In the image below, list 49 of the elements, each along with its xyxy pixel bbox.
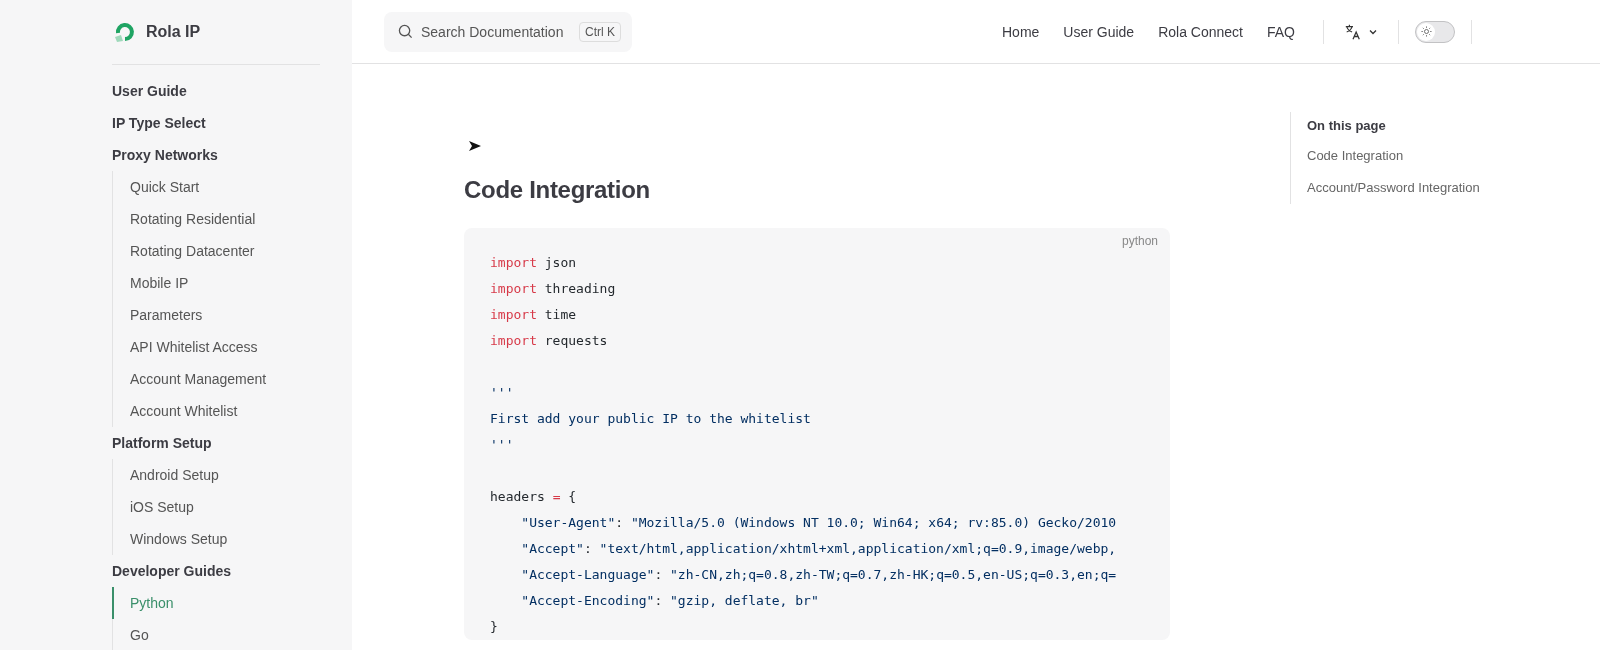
language-label: python <box>1121 234 1158 248</box>
toc-link[interactable]: Code Integration <box>1307 140 1480 172</box>
toc-link[interactable]: Account/Password Integration <box>1307 172 1480 204</box>
toc-title: On this page <box>1307 117 1387 135</box>
pointer-arrow-icon <box>468 140 482 152</box>
sidebar-item[interactable]: Account Management <box>112 363 320 395</box>
sidebar-item[interactable]: Platform Setup <box>112 427 320 459</box>
sidebar-item[interactable]: Mobile IP <box>112 267 320 299</box>
logo-icon <box>112 20 136 44</box>
nav-link[interactable]: Rola Connect <box>1146 0 1255 64</box>
code-line: import time <box>490 306 577 324</box>
sidebar-item[interactable]: Proxy Networks <box>112 139 320 171</box>
brand-name[interactable]: Rola IP <box>146 23 201 41</box>
sidebar-item[interactable]: iOS Setup <box>112 491 320 523</box>
section-heading: Code Integration <box>464 176 651 204</box>
sidebar-item[interactable]: API Whitelist Access <box>112 331 320 363</box>
sidebar-item[interactable]: Android Setup <box>112 459 320 491</box>
sidebar-item[interactable]: Quick Start <box>112 171 320 203</box>
code-line: "Accept-Encoding": "gzip, deflate, br" <box>520 592 819 610</box>
sidebar-item[interactable]: Parameters <box>112 299 320 331</box>
sidebar-item[interactable]: Windows Setup <box>112 523 320 555</box>
sidebar-item[interactable]: Rotating Datacenter <box>112 235 320 267</box>
code-line: import requests <box>490 332 608 350</box>
sidebar-item[interactable]: Go <box>112 619 320 650</box>
code-line: import threading <box>490 280 616 298</box>
code-line: import json <box>490 254 577 272</box>
code-line: ''' <box>490 384 514 402</box>
translate-icon <box>1344 22 1362 41</box>
code-line: "User-Agent": "Mozilla/5.0 (Windows NT 10.0; Win64; x64; rv:85.0) Gecko/2010 <box>520 514 1117 532</box>
nav-link[interactable]: User Guide <box>1051 0 1147 64</box>
search-field[interactable]: Search Documentation <box>421 23 571 40</box>
sidebar-item[interactable]: Rotating Residential <box>112 203 320 235</box>
sidebar-item[interactable]: Python <box>112 587 320 619</box>
code-line: First add your public IP to the whitelist <box>490 410 811 428</box>
sidebar-item[interactable]: User Guide <box>112 75 320 107</box>
theme-toggle[interactable] <box>1415 20 1455 43</box>
sidebar-item[interactable]: Developer Guides <box>112 555 320 587</box>
sun-icon <box>1420 26 1432 37</box>
code-line: "Accept": "text/html,application/xhtml+xml,application/xml;q=0.9,image/webp, <box>520 540 1117 558</box>
sidebar-item[interactable]: IP Type Select <box>112 107 320 139</box>
code-line: ''' <box>490 436 514 454</box>
sidebar-item[interactable]: Account Whitelist <box>112 395 320 427</box>
code-line: } <box>490 618 498 636</box>
search-icon <box>398 24 413 39</box>
shortcut-key: Ctrl K <box>579 21 621 42</box>
nav-link[interactable]: FAQ <box>1255 0 1307 64</box>
nav-link[interactable]: Home <box>990 0 1052 64</box>
code-line: headers = { <box>490 488 577 506</box>
code-line: "Accept-Language": "zh-CN,zh;q=0.8,zh-TW;q=0.7,zh-HK;q=0.5,en-US;q=0.3,en;q= <box>520 566 1117 584</box>
